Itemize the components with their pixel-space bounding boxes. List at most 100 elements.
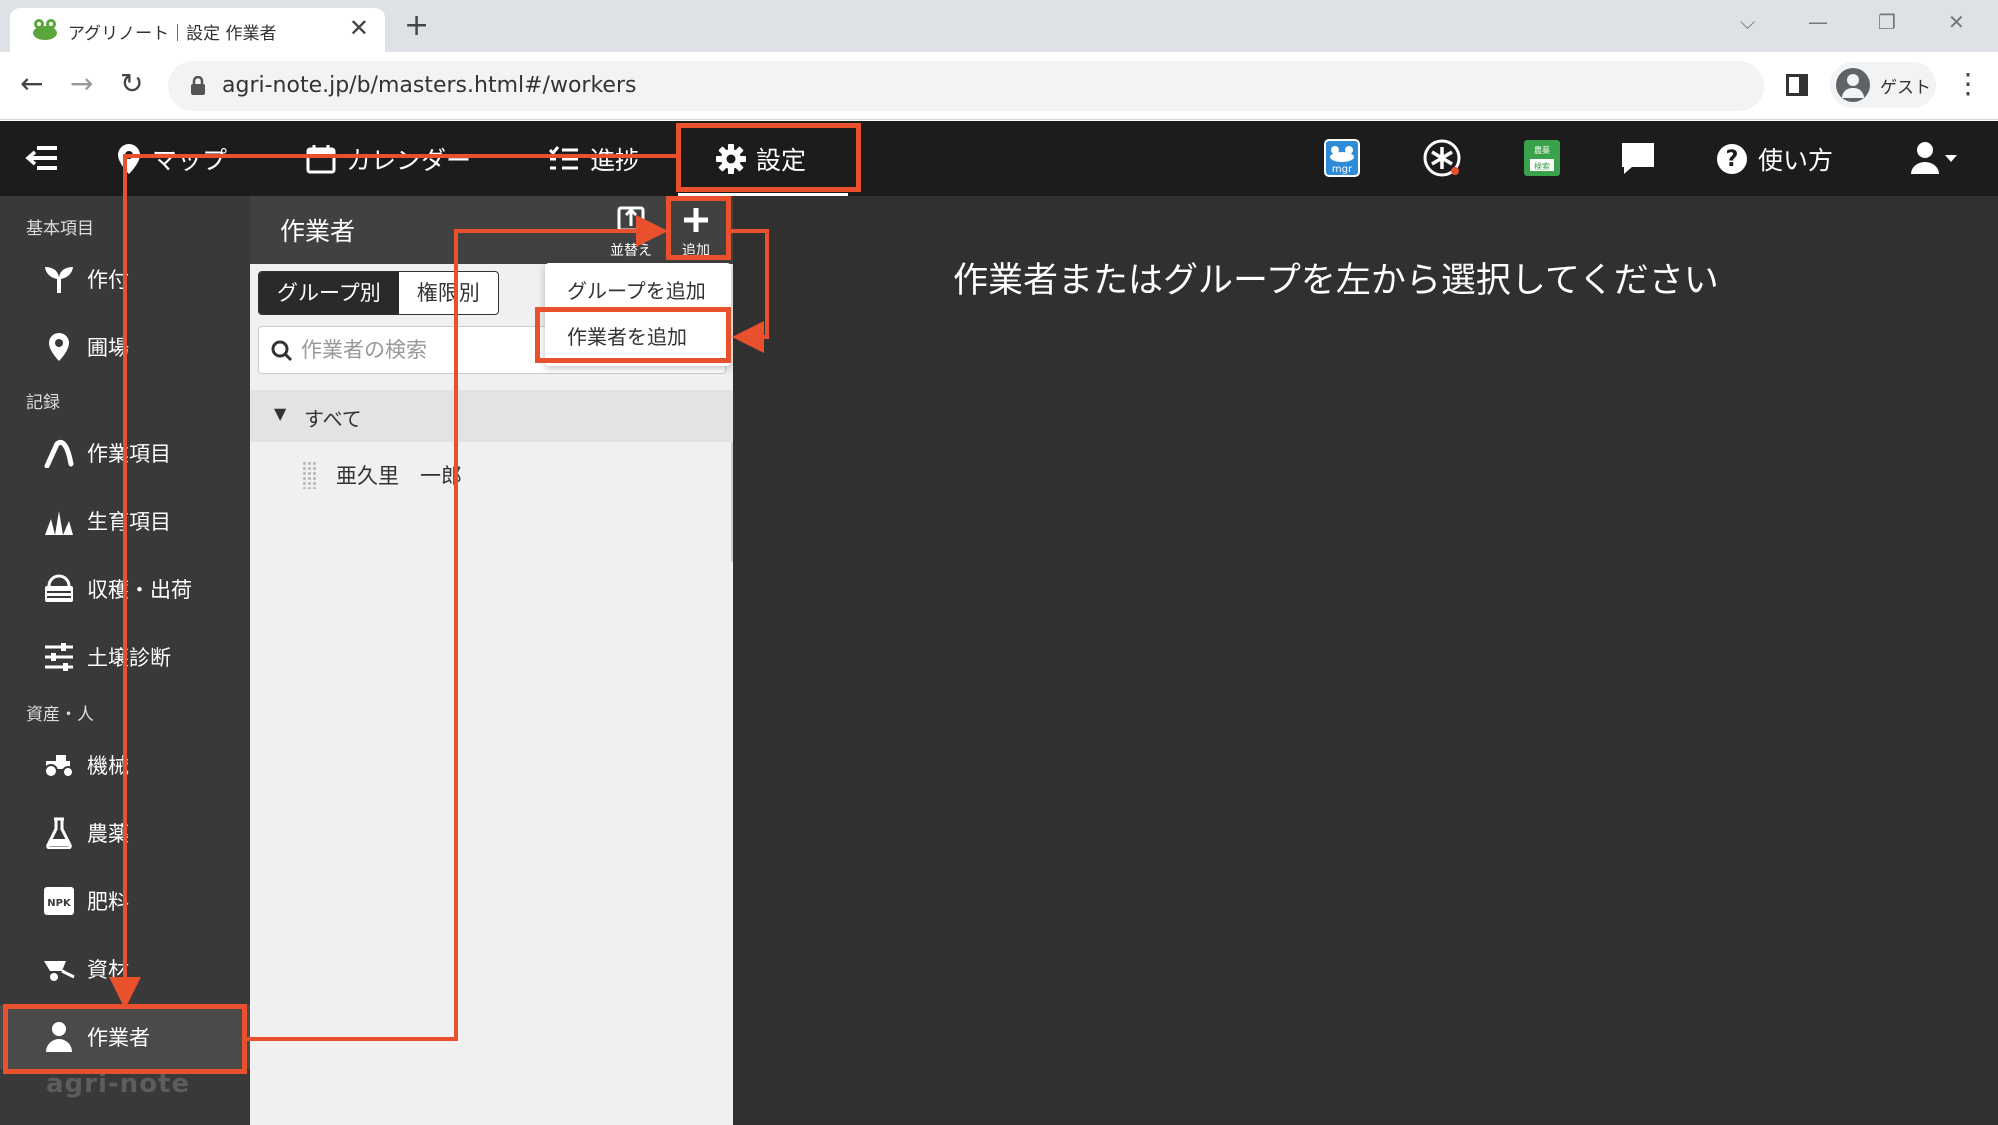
menu-collapse-icon[interactable]	[20, 136, 64, 180]
add-dropdown-menu: グループを追加 作業者を追加	[545, 263, 731, 366]
sidebar-item-growth-items[interactable]: 生育項目	[0, 489, 250, 553]
add-label: 追加	[682, 243, 710, 259]
add-button[interactable]: 追加	[668, 202, 724, 262]
sidebar-item-machinery[interactable]: 機械	[0, 733, 250, 797]
map-pin-icon	[118, 143, 140, 174]
panel-header: 作業者 並替え 追加	[250, 196, 733, 264]
gear-icon	[716, 143, 746, 174]
sidebar-item-harvest-shipping[interactable]: 収穫・出荷	[0, 557, 250, 621]
nav-progress-label: 進捗	[590, 145, 641, 175]
grass-icon	[39, 501, 79, 541]
sort-label: 並替え	[610, 243, 652, 259]
progress-list-icon	[548, 145, 578, 169]
browser-tabstrip: アグリノート｜設定 作業者 ✕ + ⌵ — ❐ ✕	[0, 0, 1998, 52]
user-menu-button[interactable]	[1904, 136, 1964, 180]
profile-button[interactable]: ゲスト	[1830, 62, 1936, 108]
mgr-app-button[interactable]: mgr	[1320, 136, 1364, 180]
empty-state-message: 作業者またはグループを左から選択してください	[953, 261, 1719, 301]
nav-map-label: マップ	[152, 145, 228, 175]
brand-logo-text: agri-note	[46, 1069, 191, 1099]
sidebar-item-soil-diagnosis[interactable]: 土壌診断	[0, 625, 250, 689]
sidebar-item-label: 資材	[87, 958, 129, 982]
window-close-icon[interactable]: ✕	[1948, 10, 1965, 34]
calendar-icon	[306, 144, 336, 173]
nav-calendar-label: カレンダー	[346, 145, 472, 175]
tab-title: アグリノート｜設定 作業者	[68, 24, 277, 44]
sidebar-item-label: 作業項目	[87, 442, 171, 466]
nav-settings[interactable]: 設定	[678, 121, 858, 198]
sliders-icon	[39, 637, 79, 677]
sidebar-item-fields[interactable]: 圃場	[0, 315, 250, 379]
hoe-icon	[39, 433, 79, 473]
section-label-assets: 資産・人	[26, 705, 94, 725]
sidebar-item-materials[interactable]: 資材	[0, 937, 250, 1001]
svg-text:農薬: 農薬	[1534, 145, 1550, 155]
group-all[interactable]: ▼ すべて	[250, 390, 733, 442]
side-panel-icon[interactable]	[1786, 74, 1808, 96]
reload-icon[interactable]: ↻	[120, 66, 143, 102]
flask-icon	[39, 813, 79, 853]
address-bar[interactable]: agri-note.jp/b/masters.html#/workers	[168, 61, 1764, 111]
sidebar-item-label: 収穫・出荷	[87, 578, 192, 602]
location-pin-icon	[39, 327, 79, 367]
sidebar-item-workers[interactable]: 作業者	[0, 1005, 250, 1069]
sidebar-item-fertilizers[interactable]: NPK 肥料	[0, 869, 250, 933]
browser-menu-icon[interactable]: ⋮	[1954, 66, 1982, 102]
sidebar-item-label: 作付	[87, 268, 129, 292]
section-label-records: 記録	[26, 393, 60, 413]
help-label: 使い方	[1758, 145, 1834, 175]
tab-by-permission[interactable]: 権限別	[399, 272, 498, 314]
menu-item-add-worker[interactable]: 作業者を追加	[567, 321, 687, 350]
browser-tab[interactable]: アグリノート｜設定 作業者 ✕	[10, 8, 385, 52]
menu-item-add-group[interactable]: グループを追加	[567, 275, 706, 304]
app-header: マップ カレンダー 進捗 設定 mgr 農薬検索 ? 使い方	[0, 121, 1998, 198]
detail-area: 作業者またはグループを左から選択してください	[733, 196, 1998, 1125]
forward-arrow-icon[interactable]: →	[70, 66, 93, 102]
nav-map[interactable]: マップ	[116, 121, 227, 196]
browser-toolbar: ← → ↻ agri-note.jp/b/masters.html#/worke…	[0, 52, 1998, 120]
caret-down-icon: ▼	[274, 404, 287, 423]
lock-icon	[191, 76, 205, 95]
group-label: すべて	[304, 407, 362, 431]
sort-button[interactable]: 並替え	[602, 202, 660, 262]
window-restore-icon[interactable]: ❐	[1878, 10, 1896, 34]
sidebar-item-label: 肥料	[87, 890, 129, 914]
nav-progress[interactable]: 進捗	[548, 121, 640, 196]
chat-icon[interactable]	[1616, 136, 1660, 180]
worker-name: 亜久里 一郎	[336, 464, 462, 488]
view-toggle: グループ別 権限別	[258, 271, 499, 315]
settings-sidebar: 基本項目 作付 圃場 記録 作業項目 生育項目 収穫・出荷 土壌診断 資産・人 …	[0, 196, 250, 1125]
sidebar-item-label: 機械	[87, 754, 129, 778]
mgr-badge-label: mgr	[1332, 164, 1353, 175]
drag-handle-icon[interactable]	[302, 461, 316, 489]
sidebar-item-label: 農薬	[87, 822, 129, 846]
sidebar-item-work-items[interactable]: 作業項目	[0, 421, 250, 485]
tab-search-icon[interactable]: ⌵	[1740, 10, 1755, 34]
asterisk-app-icon[interactable]	[1420, 136, 1464, 180]
tab-close-icon[interactable]: ✕	[349, 14, 369, 42]
sidebar-item-label: 作業者	[87, 1026, 150, 1050]
new-tab-button[interactable]: +	[404, 8, 429, 44]
url-text: agri-note.jp/b/masters.html#/workers	[222, 73, 637, 98]
sidebar-item-label: 土壌診断	[87, 646, 171, 670]
svg-text:NPK: NPK	[47, 898, 72, 909]
avatar-icon	[1836, 68, 1870, 102]
sidebar-item-pesticides[interactable]: 農薬	[0, 801, 250, 865]
section-label-basic: 基本項目	[26, 219, 94, 239]
profile-label: ゲスト	[1880, 78, 1931, 98]
back-arrow-icon[interactable]: ←	[20, 66, 43, 102]
list-item[interactable]: 亜久里 一郎	[250, 446, 733, 504]
sidebar-item-label: 生育項目	[87, 510, 171, 534]
help-button[interactable]: ? 使い方	[1716, 121, 1833, 196]
svg-text:検索: 検索	[1534, 161, 1550, 171]
window-minimize-icon[interactable]: —	[1808, 10, 1828, 34]
tab-by-group[interactable]: グループ別	[259, 272, 399, 314]
sort-icon	[617, 206, 645, 232]
workers-list-panel: 作業者 並替え 追加 グループ別 権限別 ▼ すべて 亜久里 一郎 グループを追…	[250, 196, 733, 1125]
sidebar-item-crops[interactable]: 作付	[0, 247, 250, 311]
pesticide-registry-app-icon[interactable]: 農薬 検索	[1520, 136, 1564, 180]
brand-logo: agri-note	[46, 1069, 190, 1099]
person-icon	[39, 1017, 79, 1057]
npk-icon: NPK	[39, 881, 79, 921]
nav-calendar[interactable]: カレンダー	[306, 121, 471, 196]
